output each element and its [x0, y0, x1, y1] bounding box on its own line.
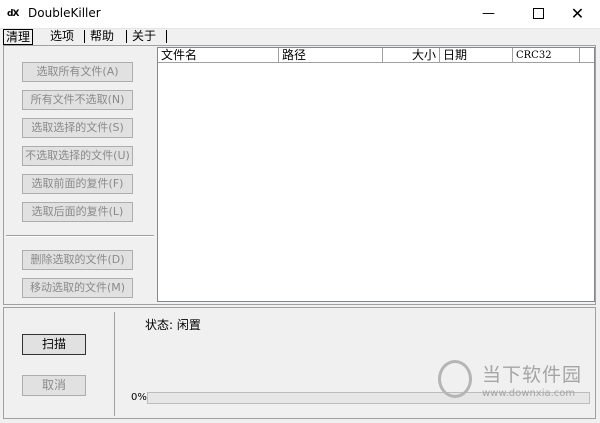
- scan-button[interactable]: 扫描: [22, 334, 86, 355]
- minimize-button[interactable]: —: [466, 0, 511, 28]
- watermark-logo-icon: [438, 360, 472, 398]
- watermark: 当下软件园 www.downxia.com: [438, 360, 588, 410]
- tab-options[interactable]: 选项: [48, 29, 76, 43]
- close-icon: ✕: [570, 4, 585, 23]
- minimize-icon: —: [482, 6, 495, 21]
- tab-separator: [84, 30, 85, 43]
- select-earlier-copies-button[interactable]: 选取前面的复件(F): [22, 174, 133, 194]
- column-header-size[interactable]: 大小: [383, 48, 440, 63]
- sidebar-divider: [6, 235, 154, 237]
- select-later-copies-button[interactable]: 选取后面的复件(L): [22, 202, 133, 222]
- column-header-path[interactable]: 路径: [279, 48, 383, 63]
- move-selected-button[interactable]: 移动选取的文件(M): [22, 278, 133, 298]
- window-title: DoubleKiller: [28, 6, 101, 20]
- tab-separator: [166, 30, 167, 43]
- file-list[interactable]: 文件名 路径 大小 日期 CRC32: [157, 47, 595, 302]
- close-button[interactable]: ✕: [555, 0, 600, 28]
- delete-selected-button[interactable]: 删除选取的文件(D): [22, 250, 133, 270]
- tab-separator: [126, 30, 127, 43]
- maximize-icon: [533, 8, 544, 19]
- tab-about[interactable]: 关于: [130, 29, 158, 43]
- status-text: 状态: 闲置: [145, 318, 201, 332]
- tab-help[interactable]: 帮助: [88, 29, 116, 43]
- watermark-url: www.downxia.com: [482, 388, 576, 399]
- app-icon: dX: [7, 9, 19, 19]
- select-all-button[interactable]: 选取所有文件(A): [22, 62, 133, 82]
- deselect-chosen-button[interactable]: 不选取选择的文件(U): [22, 146, 133, 166]
- cancel-button[interactable]: 取消: [22, 375, 86, 396]
- tab-bar: 清理 选项 帮助 关于: [0, 28, 600, 45]
- column-header-filler: [580, 48, 594, 63]
- title-bar: dX DoubleKiller — ✕: [0, 0, 600, 29]
- select-chosen-button[interactable]: 选取选择的文件(S): [22, 118, 133, 138]
- column-header-crc32[interactable]: CRC32: [513, 48, 580, 63]
- column-header-filename[interactable]: 文件名: [158, 48, 279, 63]
- progress-percent: 0%: [131, 392, 147, 403]
- watermark-text: 当下软件园: [482, 364, 583, 386]
- deselect-all-button[interactable]: 所有文件不选取(N): [22, 90, 133, 110]
- tab-clean[interactable]: 清理: [3, 29, 34, 45]
- column-header-date[interactable]: 日期: [440, 48, 513, 63]
